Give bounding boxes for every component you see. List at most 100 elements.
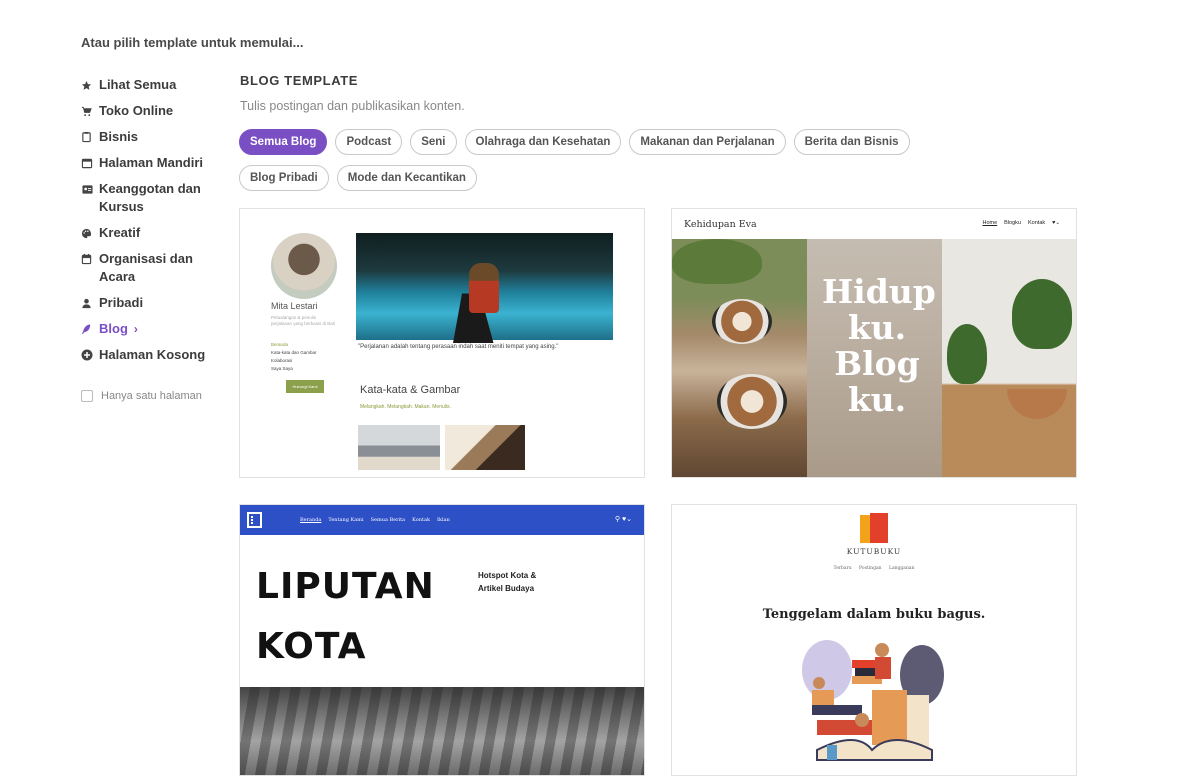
palette-icon (81, 224, 99, 242)
star-icon (81, 76, 99, 94)
sidebar-item-label: Lihat Semua (99, 77, 177, 92)
template-nav: Home Blogku Kontak ♥⌄ (983, 220, 1061, 226)
hero-headline-line: Blog (834, 344, 920, 383)
profile-menu-item: Beranda (271, 342, 289, 347)
twitter-icon: ♥⌄ (1052, 220, 1060, 226)
sidebar-item-kreatif[interactable]: Kreatif (81, 220, 221, 246)
sidebar-item-bisnis[interactable]: Bisnis (81, 124, 221, 150)
thumbnail-boat (445, 425, 525, 470)
template-card-kutubuku[interactable]: KUTUBUKU Terbaru Postingan Langganan Ten… (671, 504, 1077, 776)
filter-chip-makanan[interactable]: Makanan dan Perjalanan (629, 129, 786, 155)
filter-chip-seni[interactable]: Seni (410, 129, 457, 155)
sidebar-item-organisasi[interactable]: Organisasi dan Acara (81, 246, 221, 290)
template-nav-item: Iklan (436, 517, 450, 523)
building-icon (247, 512, 262, 528)
profile-name: Mita Lestari (271, 301, 318, 311)
sidebar-item-label: Blog (99, 321, 128, 336)
sidebar-item-pribadi[interactable]: Pribadi (81, 290, 221, 316)
feather-icon (81, 320, 99, 338)
template-nav-item: Blogku (1004, 220, 1021, 226)
plus-circle-icon (81, 346, 99, 364)
filter-chip-mode[interactable]: Mode dan Kecantikan (336, 165, 477, 191)
filter-chip-podcast[interactable]: Podcast (335, 129, 403, 155)
sidebar-item-keanggotaan[interactable]: Keanggotan dan Kursus (81, 176, 221, 220)
sidebar-item-label: Pribadi (99, 295, 144, 310)
id-card-icon (81, 180, 99, 198)
calendar-icon (81, 250, 99, 268)
photo-plants (942, 239, 1076, 477)
template-tagline: Tenggelam dalam buku bagus. (762, 607, 986, 622)
sidebar-item-toko-online[interactable]: Toko Online (81, 98, 221, 124)
hero-side-text: Hotspot Kota & Artikel Budaya (478, 569, 536, 595)
profile-menu-item: Kolaborasi (271, 358, 293, 363)
template-nav-item: Beranda (300, 517, 322, 523)
template-header: Beranda Tentang Kami Semua Berita Kontak… (240, 505, 644, 535)
hero-quote: "Perjalanan adalah tentang perasaan inda… (358, 344, 559, 350)
filter-chip-semua-blog[interactable]: Semua Blog (239, 129, 328, 155)
template-card-kehidupan-eva[interactable]: Kehidupan Eva Home Blogku Kontak ♥⌄ Hidu… (671, 208, 1077, 478)
template-nav-item: Home (982, 220, 998, 226)
sidebar-item-label: Bisnis (99, 129, 139, 144)
hero-headline-line: ku. (847, 308, 907, 347)
template-nav-item: Kontak (1028, 220, 1046, 226)
template-nav-item: Tentang Kami (328, 517, 364, 523)
sidebar-item-lihat-semua[interactable]: Lihat Semua (81, 72, 221, 98)
section-heading: Kata-kata & Gambar (360, 384, 461, 396)
clipboard-icon (81, 128, 99, 146)
filter-chips: Semua Blog Podcast Seni Olahraga dan Kes… (239, 129, 999, 191)
page-heading: Atau pilih template untuk memulai... (81, 35, 304, 50)
search-icon: ⚲ ♥⌄ (614, 516, 632, 523)
single-page-checkbox[interactable] (81, 390, 93, 402)
filter-chip-blog-pribadi[interactable]: Blog Pribadi (239, 165, 329, 191)
template-card-mita-lestari[interactable]: Mita Lestari Petualangan & penulis perja… (239, 208, 645, 478)
sidebar-item-halaman-kosong[interactable]: Halaman Kosong (81, 342, 221, 368)
sidebar-item-halaman-mandiri[interactable]: Halaman Mandiri (81, 150, 221, 176)
section-subtitle: Tulis postingan dan publikasikan konten. (240, 99, 465, 113)
sidebar-item-label: Kreatif (99, 225, 141, 240)
profile-menu: Beranda Kata-kata dan Gambar Kolaborasi … (271, 341, 317, 373)
hero-headline-line: LIPUTAN (256, 566, 435, 607)
thumbnail-city (358, 425, 440, 470)
sidebar-item-label: Toko Online (99, 103, 174, 118)
cart-icon (81, 102, 99, 120)
single-page-label: Hanya satu halaman (101, 390, 202, 402)
profile-menu-item: Kata-kata dan Gambar (271, 350, 317, 355)
template-nav: Terbaru Postingan Langganan (833, 566, 915, 571)
hero-headline-line: ku. (847, 380, 907, 419)
sidebar-item-label: Organisasi dan Acara (99, 251, 193, 284)
profile-desc: Petualangan & penulis perjalanan yang be… (271, 315, 335, 326)
profile-button: Hubungi Kami (286, 380, 324, 393)
sidebar-item-label: Keanggotan dan Kursus (99, 181, 201, 214)
filter-chip-olahraga[interactable]: Olahraga dan Kesehatan (464, 129, 622, 155)
template-nav: Beranda Tentang Kami Semua Berita Kontak… (300, 517, 450, 523)
hero-side-line: Hotspot Kota & (478, 571, 537, 580)
filter-chip-berita[interactable]: Berita dan Bisnis (793, 129, 910, 155)
template-brand: Kehidupan Eva (684, 219, 757, 230)
hero-image-canoe (356, 233, 613, 343)
template-nav-item: Kontak (412, 517, 430, 523)
books-logo-icon (860, 513, 888, 543)
template-nav-item: Semua Berita (370, 517, 406, 523)
category-sidebar: Lihat Semua Toko Online Bisnis Halaman M… (81, 72, 221, 402)
template-header: Kehidupan Eva Home Blogku Kontak ♥⌄ (672, 209, 1076, 239)
template-card-liputan-kota[interactable]: Beranda Tentang Kami Semua Berita Kontak… (239, 504, 645, 776)
reading-illustration (802, 640, 944, 761)
hero-headline-line: Hidup (822, 272, 936, 311)
photo-coffee (672, 239, 807, 477)
hero-headline: LIPUTAN KOTA (256, 557, 435, 677)
profile-menu-item: Saya Saya (271, 366, 293, 371)
user-icon (81, 294, 99, 312)
sidebar-item-label: Halaman Kosong (99, 347, 206, 362)
single-page-checkbox-row[interactable]: Hanya satu halaman (81, 390, 221, 402)
chevron-right-icon: › (133, 322, 138, 336)
photo-crosswalk (240, 687, 644, 775)
section-title: BLOG TEMPLATE (240, 73, 359, 88)
hero-headline-line: KOTA (256, 626, 367, 667)
template-brand: KUTUBUKU (846, 547, 902, 556)
sidebar-item-blog[interactable]: Blog › (81, 316, 221, 342)
window-icon (81, 154, 99, 172)
sidebar-item-label: Halaman Mandiri (99, 155, 204, 170)
hero-side-line: Artikel Budaya (478, 584, 535, 593)
section-subheading: Melangkah. Melangkah. Makan. Menulis. (360, 404, 451, 410)
profile-avatar (271, 233, 337, 299)
